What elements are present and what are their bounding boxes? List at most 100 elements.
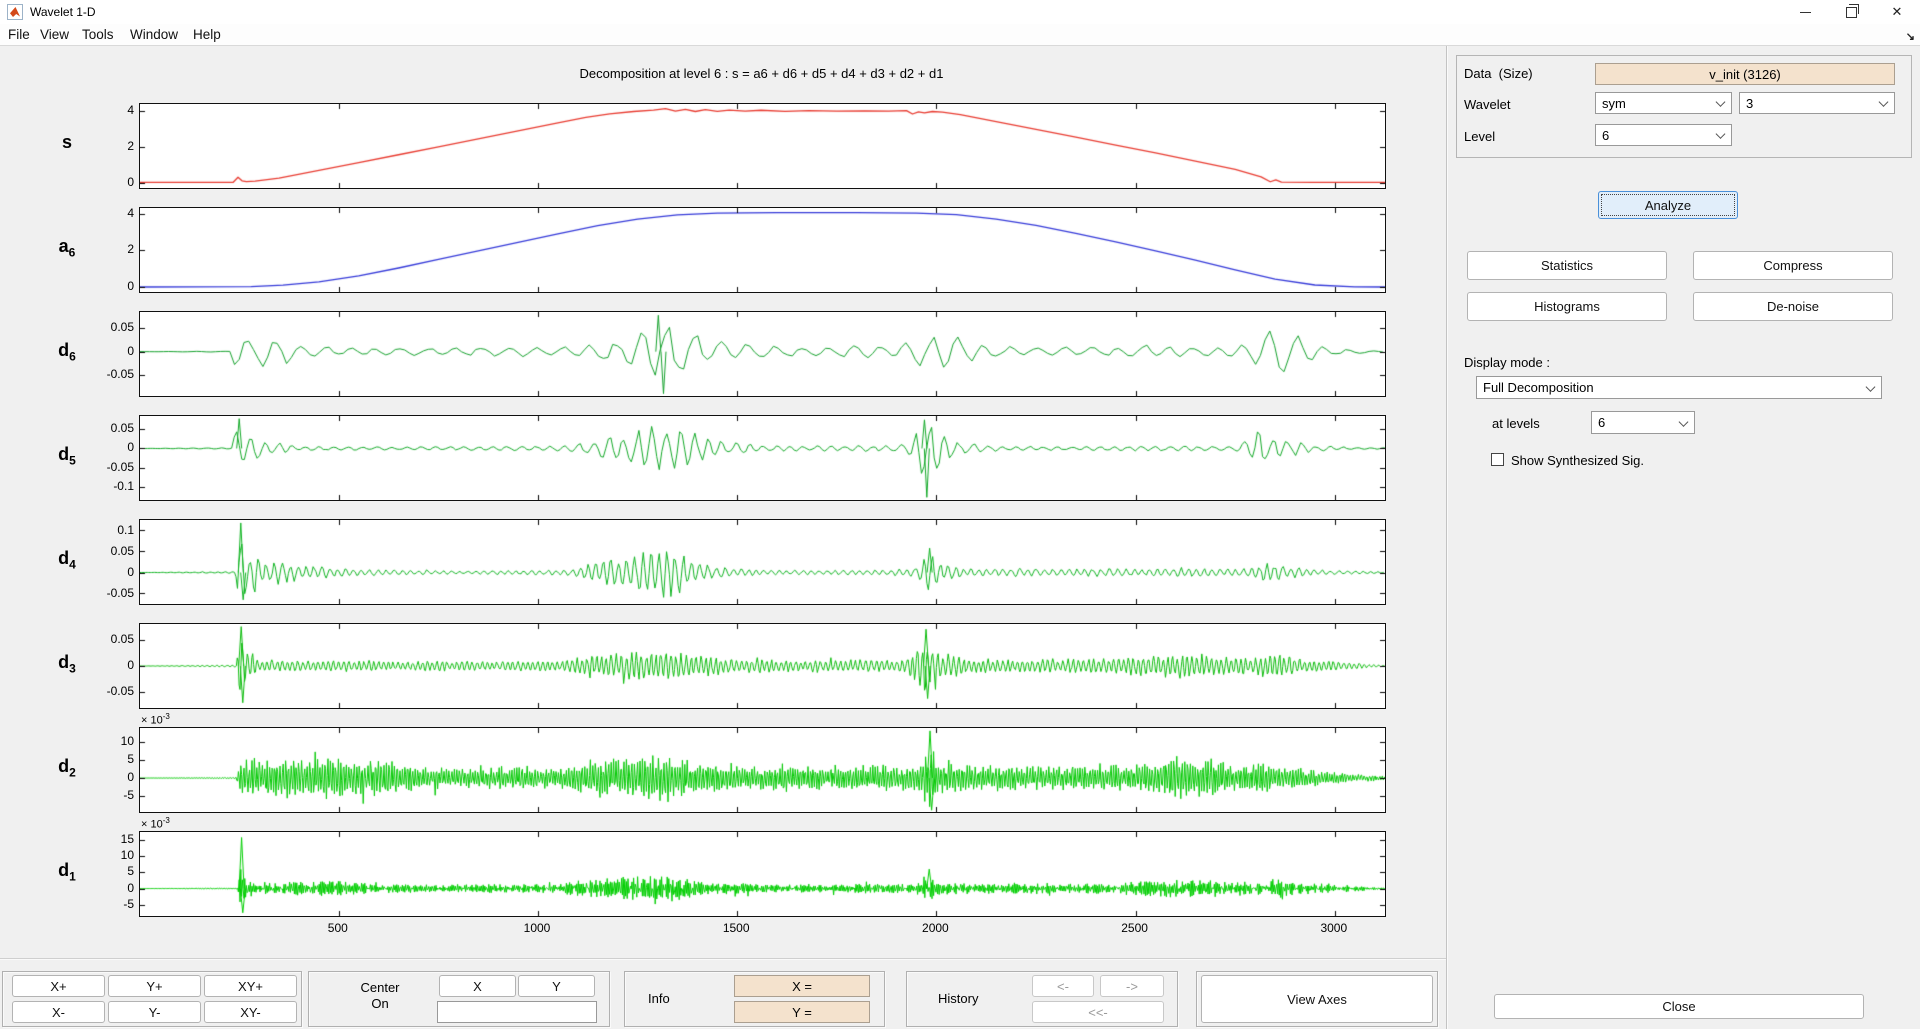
compress-button[interactable]: Compress bbox=[1693, 251, 1893, 280]
center-y-button[interactable]: Y bbox=[518, 975, 595, 997]
menu-window[interactable]: Window bbox=[130, 27, 178, 42]
statistics-button[interactable]: Statistics bbox=[1467, 251, 1667, 280]
scale-label-d2: × 10-3 bbox=[141, 712, 170, 727]
ytick-d5: -0.05 bbox=[78, 460, 134, 474]
history-back-button[interactable]: <- bbox=[1032, 975, 1094, 997]
ytick-d3: 0.05 bbox=[78, 632, 134, 646]
ytick-d2: 0 bbox=[78, 770, 134, 784]
ytick-d3: 0 bbox=[78, 658, 134, 672]
dock-arrow-icon[interactable]: ↘ bbox=[1906, 30, 1915, 43]
xtick-label: 1000 bbox=[502, 921, 572, 935]
panel-divider bbox=[1446, 46, 1447, 1029]
close-window-button[interactable]: ✕ bbox=[1874, 0, 1920, 24]
menu-tools[interactable]: Tools bbox=[82, 27, 114, 42]
ytick-a6: 0 bbox=[78, 279, 134, 293]
ytick-d5: 0 bbox=[78, 440, 134, 454]
level-dropdown[interactable]: 6 bbox=[1595, 124, 1732, 146]
ytick-a6: 4 bbox=[78, 206, 134, 220]
window-title: Wavelet 1-D bbox=[30, 5, 96, 19]
xtick-label: 2000 bbox=[900, 921, 970, 935]
plot-d6[interactable] bbox=[139, 311, 1386, 397]
at-levels-value: 6 bbox=[1598, 415, 1605, 430]
matlab-icon bbox=[7, 4, 23, 20]
plot-d3[interactable] bbox=[139, 623, 1386, 709]
zoom-x-minus-button[interactable]: X- bbox=[12, 1001, 105, 1023]
chevron-down-icon bbox=[1879, 97, 1889, 107]
at-levels-dropdown[interactable]: 6 bbox=[1591, 411, 1695, 434]
wavelet-family-dropdown[interactable]: sym bbox=[1595, 92, 1732, 114]
ytick-s: 0 bbox=[78, 175, 134, 189]
history-all-button[interactable]: <<- bbox=[1032, 1001, 1164, 1023]
ytick-d4: 0.1 bbox=[78, 523, 134, 537]
histograms-button[interactable]: Histograms bbox=[1467, 292, 1667, 321]
data-size-value: v_init (3126) bbox=[1595, 63, 1895, 85]
ytick-d4: -0.05 bbox=[78, 586, 134, 600]
show-synthesized-checkbox[interactable] bbox=[1491, 453, 1504, 466]
xtick-label: 2500 bbox=[1100, 921, 1170, 935]
restore-icon bbox=[1846, 7, 1857, 18]
wavelet-label: Wavelet bbox=[1464, 97, 1510, 112]
plot-canvas-d3 bbox=[140, 624, 1385, 708]
plot-d5[interactable] bbox=[139, 415, 1386, 501]
plot-canvas-s bbox=[140, 104, 1385, 188]
plot-a6[interactable] bbox=[139, 207, 1386, 293]
menu-view[interactable]: View bbox=[40, 27, 69, 42]
level-value: 6 bbox=[1602, 128, 1609, 143]
plot-canvas-d5 bbox=[140, 416, 1385, 500]
plot-d2[interactable] bbox=[139, 727, 1386, 813]
zoom-y-minus-button[interactable]: Y- bbox=[108, 1001, 201, 1023]
analyze-button[interactable]: Analyze bbox=[1598, 191, 1738, 219]
ytick-d4: 0.05 bbox=[78, 544, 134, 558]
plot-d4[interactable] bbox=[139, 519, 1386, 605]
show-synthesized-label: Show Synthesized Sig. bbox=[1511, 453, 1644, 468]
display-mode-dropdown[interactable]: Full Decomposition bbox=[1476, 376, 1882, 399]
plot-canvas-a6 bbox=[140, 208, 1385, 292]
restore-button[interactable] bbox=[1828, 0, 1874, 24]
chevron-down-icon bbox=[1866, 382, 1876, 392]
info-y-field: Y = bbox=[734, 1001, 870, 1023]
wavelet-family-value: sym bbox=[1602, 96, 1626, 111]
ytick-d6: 0.05 bbox=[78, 320, 134, 334]
ytick-d2: 10 bbox=[78, 734, 134, 748]
ytick-a6: 2 bbox=[78, 242, 134, 256]
zoom-xy-minus-button[interactable]: XY- bbox=[204, 1001, 297, 1023]
plot-s[interactable] bbox=[139, 103, 1386, 189]
plot-canvas-d6 bbox=[140, 312, 1385, 396]
history-forward-button[interactable]: -> bbox=[1100, 975, 1164, 997]
plot-canvas-d1 bbox=[140, 832, 1385, 916]
plot-d1[interactable] bbox=[139, 831, 1386, 917]
close-button[interactable]: Close bbox=[1494, 994, 1864, 1019]
ytick-s: 4 bbox=[78, 103, 134, 117]
ytick-s: 2 bbox=[78, 139, 134, 153]
menu-bar: File View Tools Window Help bbox=[0, 24, 1920, 46]
at-levels-label: at levels bbox=[1492, 416, 1540, 431]
ytick-d1: -5 bbox=[78, 897, 134, 911]
xtick-label: 500 bbox=[303, 921, 373, 935]
zoom-x-plus-button[interactable]: X+ bbox=[12, 975, 105, 997]
ytick-d5: -0.1 bbox=[78, 479, 134, 493]
ytick-d6: 0 bbox=[78, 344, 134, 358]
display-mode-value: Full Decomposition bbox=[1483, 380, 1594, 395]
ytick-d5: 0.05 bbox=[78, 421, 134, 435]
plot-canvas-d4 bbox=[140, 520, 1385, 604]
center-x-button[interactable]: X bbox=[439, 975, 516, 997]
menu-file[interactable]: File bbox=[8, 27, 30, 42]
minimize-button[interactable] bbox=[1782, 0, 1828, 24]
ytick-d2: -5 bbox=[78, 788, 134, 802]
decomposition-title: Decomposition at level 6 : s = a6 + d6 +… bbox=[139, 66, 1384, 81]
view-axes-button[interactable]: View Axes bbox=[1201, 975, 1433, 1023]
toolbar-divider bbox=[0, 958, 1446, 959]
denoise-button[interactable]: De-noise bbox=[1693, 292, 1893, 321]
scale-label-d1: × 10-3 bbox=[141, 816, 170, 831]
center-on-input[interactable] bbox=[437, 1001, 597, 1023]
ytick-d1: 0 bbox=[78, 881, 134, 895]
info-label: Info bbox=[648, 991, 670, 1006]
plot-canvas-d2 bbox=[140, 728, 1385, 812]
center-on-label: CenterOn bbox=[330, 980, 430, 1012]
zoom-xy-plus-button[interactable]: XY+ bbox=[204, 975, 297, 997]
wavelet-number-dropdown[interactable]: 3 bbox=[1739, 92, 1895, 114]
menu-help[interactable]: Help bbox=[193, 27, 221, 42]
ytick-d1: 5 bbox=[78, 864, 134, 878]
ytick-d1: 10 bbox=[78, 848, 134, 862]
zoom-y-plus-button[interactable]: Y+ bbox=[108, 975, 201, 997]
